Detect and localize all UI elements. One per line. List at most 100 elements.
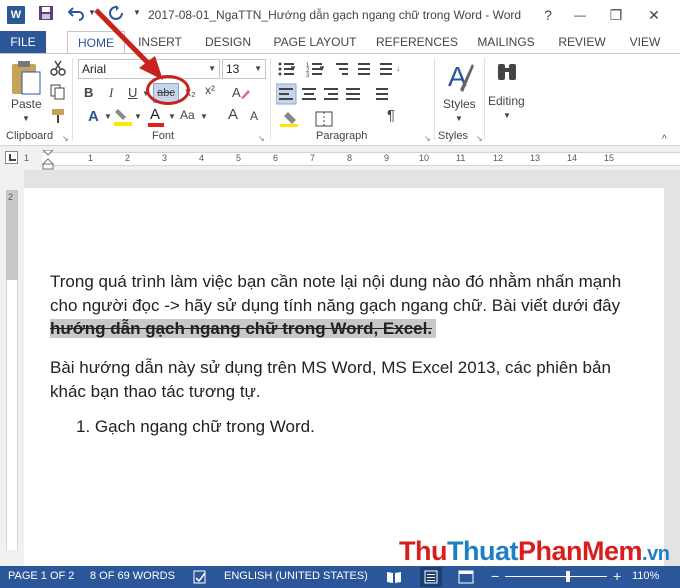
paste-label[interactable]: Paste — [11, 97, 42, 111]
separator — [484, 58, 485, 140]
clear-formatting-icon[interactable]: A — [232, 84, 250, 100]
separator — [434, 58, 435, 140]
editing-dropdown-icon[interactable]: ▼ — [503, 111, 511, 120]
help-button[interactable]: ? — [536, 4, 560, 26]
restore-button[interactable]: ❐ — [604, 4, 628, 26]
watermark-logo: ThuThuatPhanMem.vn — [399, 536, 670, 567]
print-layout-active[interactable] — [420, 567, 442, 587]
ruler-number: 14 — [567, 153, 578, 163]
language-indicator[interactable]: ENGLISH (UNITED STATES) — [224, 570, 368, 582]
vruler-number: 2 — [8, 192, 14, 202]
format-painter-icon[interactable] — [50, 108, 66, 124]
highlight-icon[interactable] — [114, 107, 132, 127]
font-size-select[interactable]: 13 ▼ — [222, 59, 266, 79]
window-title: 2017-08-01_NgaTTN_Hướng dẫn gạch ngang c… — [148, 8, 522, 22]
highlight-dropdown-icon[interactable]: ▼ — [134, 112, 142, 121]
underline-button[interactable]: U — [128, 85, 137, 100]
read-mode-icon[interactable] — [386, 570, 402, 584]
sort-icon[interactable]: ↓ — [396, 64, 400, 73]
cut-icon[interactable] — [50, 60, 66, 76]
text-effects-dropdown-icon[interactable]: ▼ — [104, 112, 112, 121]
horizontal-ruler[interactable]: 1 1 2 3 4 5 6 7 8 9 10 11 12 13 14 15 — [0, 146, 680, 170]
paragraph-launcher-icon[interactable]: ↘ — [424, 134, 431, 143]
numbering-dropdown-icon[interactable]: ▼ — [318, 64, 326, 73]
redo-icon[interactable] — [108, 5, 124, 21]
tab-page-layout[interactable]: PAGE LAYOUT — [268, 31, 362, 53]
font-name-select[interactable]: Arial ▼ — [78, 59, 220, 79]
paste-dropdown-icon[interactable]: ▼ — [22, 114, 30, 123]
selected-strikethrough-text[interactable]: hướng dẫn gạch ngang chữ trong Word, Exc… — [50, 319, 437, 338]
grow-font-button[interactable]: A — [228, 106, 238, 123]
word-logo-icon[interactable]: W — [7, 6, 25, 24]
editing-label[interactable]: Editing — [488, 94, 525, 108]
bullets-dropdown-icon[interactable]: ▼ — [289, 64, 297, 73]
styles-dropdown-icon[interactable]: ▼ — [455, 114, 463, 123]
tab-references[interactable]: REFERENCES — [374, 31, 460, 53]
annotation-circle — [146, 75, 190, 105]
italic-button[interactable]: I — [109, 85, 113, 101]
styles-launcher-icon[interactable]: ↘ — [476, 134, 483, 143]
indent-marker-icon[interactable] — [42, 150, 54, 170]
styles-icon[interactable]: A — [446, 60, 474, 94]
ruler-number: 15 — [604, 153, 615, 163]
document-page[interactable]: Trong quá trình làm việc bạn cần note lạ… — [24, 188, 664, 568]
customize-qat-icon[interactable]: ▼ — [133, 8, 141, 17]
change-case-button[interactable]: Aa — [180, 108, 195, 122]
clipboard-group-label: Clipboard — [6, 130, 54, 142]
zoom-out-button[interactable]: − — [491, 568, 499, 584]
zoom-in-button[interactable]: + — [613, 568, 621, 584]
font-launcher-icon[interactable]: ↘ — [258, 134, 265, 143]
tab-mailings[interactable]: MAILINGS — [470, 31, 542, 53]
paste-icon[interactable] — [10, 60, 42, 96]
document-area[interactable]: Trong quá trình làm việc bạn cần note lạ… — [24, 170, 680, 568]
bold-button[interactable]: B — [84, 85, 93, 100]
tab-design[interactable]: DESIGN — [200, 31, 256, 53]
zoom-slider-track[interactable] — [505, 576, 607, 577]
paragraph-line: Trong quá trình làm việc bạn cần note lạ… — [50, 272, 622, 291]
page-count[interactable]: PAGE 1 OF 2 — [8, 570, 74, 582]
zoom-level[interactable]: 110% — [632, 570, 659, 582]
minimize-button[interactable]: — — [568, 4, 592, 26]
font-color-button[interactable]: A — [150, 106, 160, 123]
watermark-part: .vn — [642, 543, 670, 565]
word-count[interactable]: 8 OF 69 WORDS — [90, 570, 175, 582]
paragraph-line: cho người đọc -> hãy sử dụng tính năng g… — [50, 296, 621, 315]
ruler-number: 8 — [347, 153, 353, 163]
superscript-button[interactable]: x² — [205, 83, 215, 97]
font-color-swatch — [148, 123, 164, 127]
ruler-number: 10 — [419, 153, 430, 163]
change-case-dropdown-icon[interactable]: ▼ — [200, 112, 208, 121]
proofing-icon[interactable] — [193, 570, 207, 584]
shrink-font-button[interactable]: A — [250, 109, 258, 123]
watermark-part: Thuat — [446, 536, 519, 566]
tab-insert[interactable]: INSERT — [132, 31, 188, 53]
styles-label[interactable]: Styles — [443, 97, 476, 111]
text-effects-icon[interactable]: A — [86, 106, 106, 126]
font-group-label: Font — [152, 130, 175, 142]
ruler-number: 5 — [236, 153, 242, 163]
clipboard-launcher-icon[interactable]: ↘ — [62, 134, 69, 143]
undo-dropdown-icon[interactable]: ▼ — [88, 8, 96, 17]
vertical-ruler[interactable]: 2 — [0, 170, 24, 566]
binoculars-icon[interactable] — [496, 62, 518, 84]
paragraph-line: khác bạn thao tác tương tự. — [50, 382, 261, 401]
collapse-ribbon-icon[interactable]: ^ — [662, 134, 667, 145]
separator — [72, 58, 73, 140]
save-icon[interactable] — [38, 5, 54, 21]
tab-selector[interactable] — [5, 151, 18, 164]
font-name-value: Arial — [82, 62, 107, 76]
svg-text:A: A — [88, 108, 99, 125]
tab-view[interactable]: VIEW — [622, 31, 668, 53]
separator — [270, 58, 271, 140]
tab-review[interactable]: REVIEW — [552, 31, 612, 53]
close-button[interactable]: ✕ — [642, 4, 666, 26]
zoom-slider-thumb[interactable] — [566, 571, 570, 582]
watermark-part: PhanMem — [517, 536, 643, 566]
show-marks-button[interactable]: ¶ — [387, 107, 395, 124]
copy-icon[interactable] — [50, 84, 66, 100]
undo-icon[interactable] — [68, 5, 84, 21]
tab-home[interactable]: HOME — [67, 31, 125, 54]
tab-file[interactable]: FILE — [0, 31, 46, 53]
font-color-dropdown-icon[interactable]: ▼ — [168, 112, 176, 121]
web-layout-icon[interactable] — [458, 570, 474, 584]
